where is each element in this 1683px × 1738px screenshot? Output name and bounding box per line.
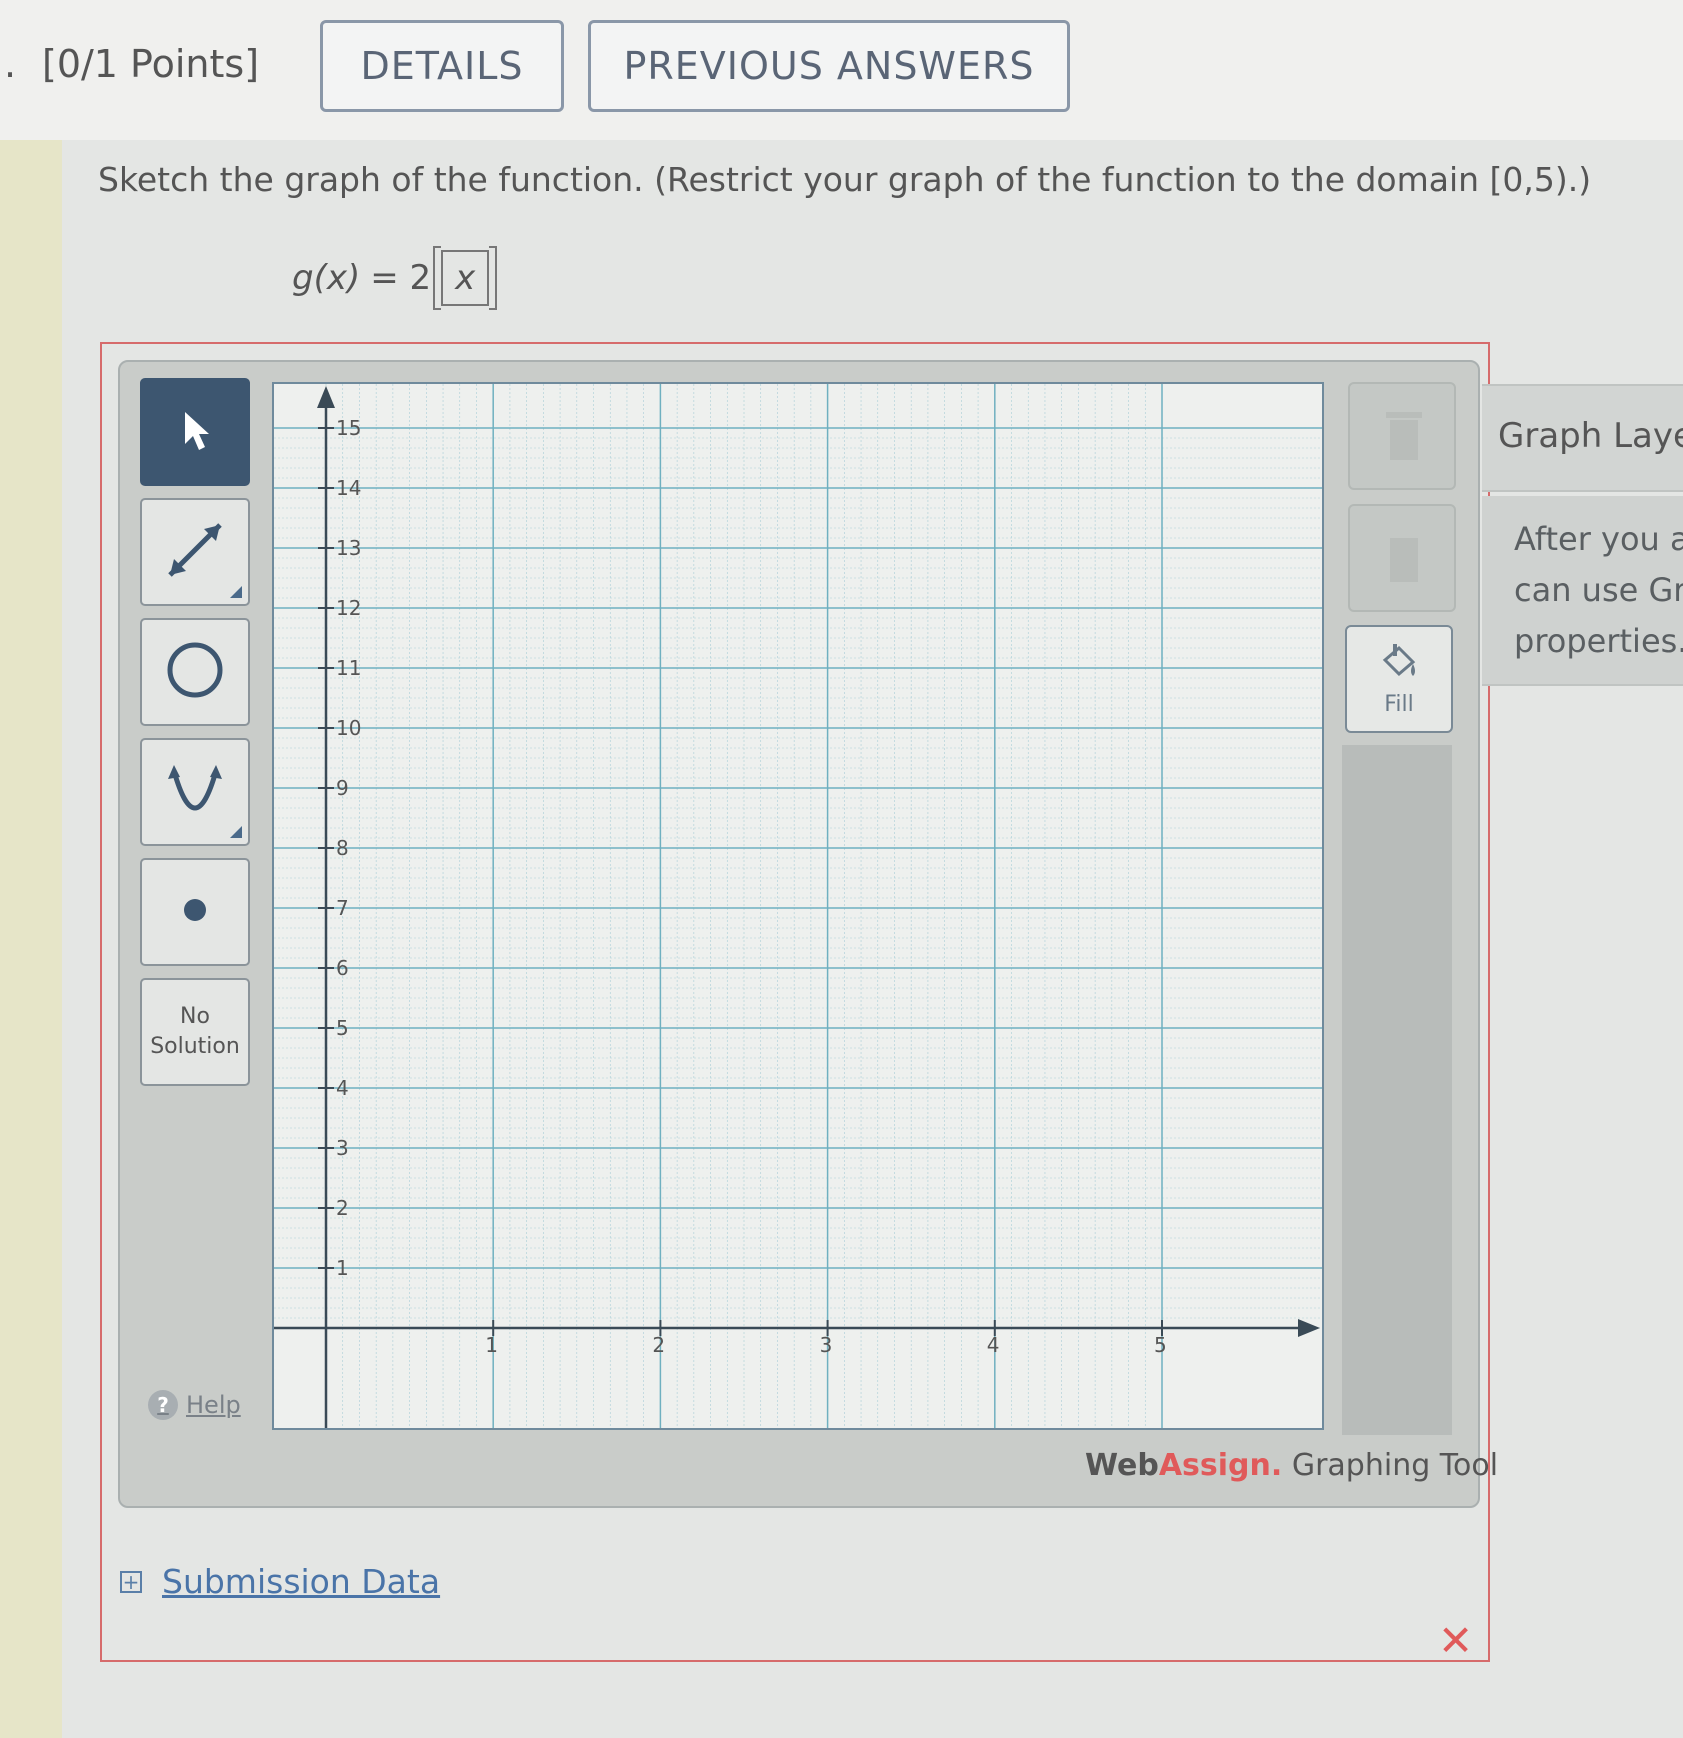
- y-tick-label-15: 15: [336, 416, 361, 440]
- right-tools-track: [1342, 745, 1452, 1435]
- clear-tool-button[interactable]: [1348, 504, 1456, 612]
- formula-coefficient: = 2: [370, 258, 432, 298]
- x-tick-label-2: 2: [652, 1333, 665, 1357]
- graph-canvas[interactable]: 1 2 3 4 5 1 2 3 4 5 6 7 8 9 10 11 12 13 14 15: [272, 382, 1324, 1430]
- line-icon: [160, 515, 230, 589]
- brand-suffix: Graphing Tool: [1282, 1448, 1499, 1483]
- y-tick-label-8: 8: [336, 836, 349, 860]
- fill-tool-button[interactable]: Fill: [1345, 625, 1453, 733]
- y-tick-label-5: 5: [336, 1016, 349, 1040]
- point-tool-button[interactable]: [140, 858, 250, 966]
- y-tick-label-13: 13: [336, 536, 361, 560]
- y-tick-label-9: 9: [336, 776, 349, 800]
- y-tick-label-6: 6: [336, 956, 349, 980]
- pointer-arrow-icon: [175, 406, 215, 458]
- question-header: . [0/1 Points] DETAILS PREVIOUS ANSWERS: [0, 0, 1683, 140]
- tool-options-corner-icon: [230, 586, 242, 598]
- formula-lhs: g(x): [292, 258, 361, 298]
- graph-layers-line2: can use Graph Layers to view and edit it…: [1514, 571, 1683, 609]
- incorrect-x-icon: ✕: [1438, 1616, 1474, 1665]
- tool-options-corner-icon: [230, 826, 242, 838]
- x-axis-arrow: [1298, 1319, 1320, 1337]
- y-tick-label-11: 11: [336, 656, 361, 680]
- function-formula: g(x) = 2 x: [292, 246, 498, 310]
- brand-assign: Assign.: [1158, 1448, 1283, 1483]
- parabola-icon: [160, 755, 230, 829]
- expand-plus-icon: +: [120, 1570, 142, 1593]
- question-prompt: Sketch the graph of the function. (Restr…: [98, 160, 1592, 199]
- help-icon: ?: [148, 1390, 178, 1420]
- y-tick-label-3: 3: [336, 1136, 349, 1160]
- brand-web: Web: [1085, 1448, 1159, 1483]
- paint-bucket-icon: [1377, 642, 1421, 686]
- delete-tool-button[interactable]: [1348, 382, 1456, 490]
- question-number: .: [4, 42, 17, 86]
- graph-layers-body: After you add an object to the graph you…: [1482, 496, 1683, 686]
- fill-label: Fill: [1384, 691, 1414, 717]
- y-axis-arrow: [317, 386, 335, 408]
- webassign-graphing-tool-logo: WebAssign. Graphing Tool: [1085, 1448, 1498, 1483]
- help-link[interactable]: ? Help: [148, 1390, 241, 1420]
- previous-answers-button[interactable]: PREVIOUS ANSWERS: [588, 20, 1070, 112]
- graph-layers-line1: After you add an object to the graph you: [1514, 520, 1683, 558]
- no-solution-line1: No: [180, 1004, 210, 1029]
- y-tick-label-2: 2: [336, 1196, 349, 1220]
- parabola-tool-button[interactable]: [140, 738, 250, 846]
- graph-layers-header[interactable]: Graph Layers: [1482, 384, 1683, 492]
- no-solution-line2: Solution: [150, 1034, 240, 1059]
- x-tick-label-4: 4: [987, 1333, 1000, 1357]
- x-tick-label-5: 5: [1154, 1333, 1167, 1357]
- no-solution-label: No Solution: [150, 1002, 240, 1062]
- y-tick-label-14: 14: [336, 476, 361, 500]
- formula-variable: x: [455, 258, 476, 298]
- trash-icon: [1384, 406, 1424, 470]
- y-tick-label-10: 10: [336, 716, 361, 740]
- y-tick-label-7: 7: [336, 896, 349, 920]
- details-button[interactable]: DETAILS: [320, 20, 564, 112]
- select-tool-button[interactable]: [140, 378, 250, 486]
- y-tick-label-4: 4: [336, 1076, 349, 1100]
- circle-icon: [163, 638, 227, 706]
- graph-grid-svg[interactable]: 1 2 3 4 5123456789101112131415: [274, 384, 1322, 1428]
- graph-layers-line3: properties.: [1514, 622, 1683, 660]
- submission-data-toggle[interactable]: + Submission Data: [120, 1562, 440, 1601]
- line-tool-button[interactable]: [140, 498, 250, 606]
- x-tick-label-1: 1: [485, 1333, 498, 1357]
- no-solution-button[interactable]: No Solution: [140, 978, 250, 1086]
- help-label: Help: [186, 1391, 241, 1419]
- point-icon: [180, 895, 210, 929]
- y-tick-label-12: 12: [336, 596, 361, 620]
- points-label: [0/1 Points]: [42, 42, 260, 86]
- greatest-integer-bracket: x: [433, 246, 498, 310]
- y-tick-label-1: 1: [336, 1256, 349, 1280]
- left-margin-stripe: [0, 140, 62, 1738]
- submission-data-link[interactable]: Submission Data: [162, 1562, 440, 1601]
- circle-tool-button[interactable]: [140, 618, 250, 726]
- x-tick-label-3: 3: [820, 1333, 833, 1357]
- graph-layers-title: Graph Layers: [1498, 416, 1683, 456]
- eraser-icon: [1384, 528, 1424, 592]
